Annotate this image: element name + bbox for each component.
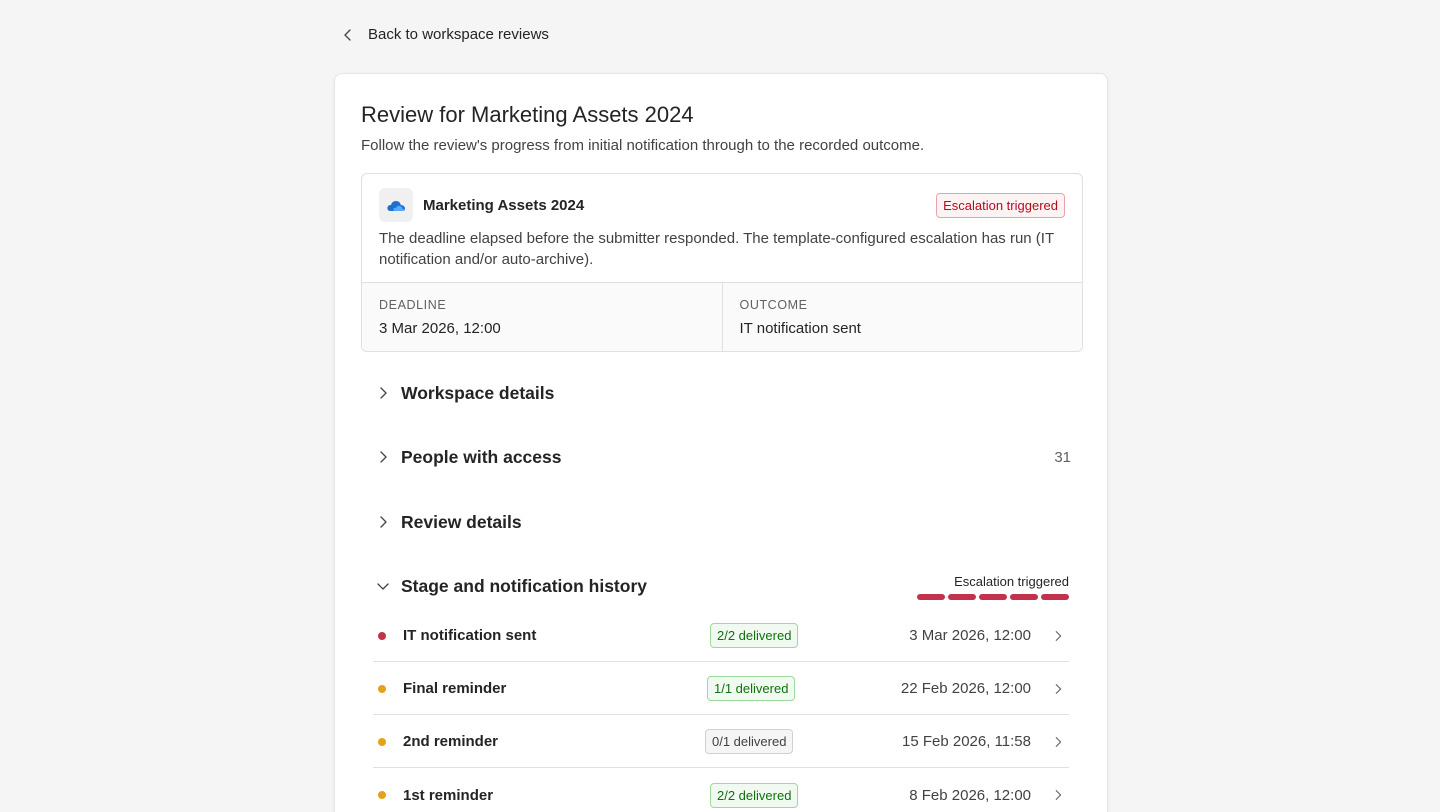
section-title: Workspace details xyxy=(401,382,555,403)
review-card: Review for Marketing Assets 2024 Follow … xyxy=(334,73,1108,812)
back-link-label: Back to workspace reviews xyxy=(368,26,549,43)
history-title: 2nd reminder xyxy=(403,733,499,750)
section-workspace-details[interactable]: Workspace details xyxy=(373,378,1071,408)
status-badge: Escalation triggered xyxy=(936,192,1065,218)
delivery-badge: 1/1 delivered xyxy=(707,676,796,701)
delivery-badge: 2/2 delivered xyxy=(710,623,799,648)
chevron-left-icon xyxy=(344,28,351,41)
stage-status-label: Escalation triggered xyxy=(954,574,1069,589)
workspace-name: Marketing Assets 2024 xyxy=(423,196,585,214)
deadline-value: 3 Mar 2026, 12:00 xyxy=(379,320,501,337)
outcome-label: OUTCOME xyxy=(739,298,808,312)
chevron-right-icon xyxy=(1055,790,1062,800)
section-title: People with access xyxy=(401,446,562,467)
chevron-right-icon xyxy=(380,387,387,399)
delivery-badge: 2/2 delivered xyxy=(710,782,799,808)
outcome-cell: OUTCOME IT notification sent xyxy=(721,283,1083,351)
history-row[interactable]: Final reminder 1/1 delivered 22 Feb 2026, … xyxy=(373,663,1069,715)
stage-bar xyxy=(1010,594,1038,600)
cloud-icon xyxy=(379,188,413,222)
history-title: IT notification sent xyxy=(403,627,537,644)
stage-progress: Escalation triggered xyxy=(917,574,1069,600)
history-row[interactable]: IT notification sent 2/2 delivered 3 Mar 2… xyxy=(373,610,1069,662)
outcome-value: IT notification sent xyxy=(739,320,861,337)
deadline-cell: DEADLINE 3 Mar 2026, 12:00 xyxy=(362,283,722,351)
stage-bar xyxy=(1041,594,1069,600)
section-title: Review details xyxy=(401,511,522,532)
stage-bar xyxy=(979,594,1007,600)
status-dot xyxy=(378,631,386,640)
people-count: 31 xyxy=(1054,448,1071,466)
history-row[interactable]: 2nd reminder 0/1 delivered 15 Feb 2026, 11… xyxy=(373,716,1069,768)
stage-progress-bars xyxy=(917,594,1069,600)
section-review-details[interactable]: Review details xyxy=(373,507,1071,537)
stage-bar xyxy=(948,594,976,600)
summary-description: The deadline elapsed before the submitte… xyxy=(379,230,1054,268)
history-date: 8 Feb 2026, 12:00 xyxy=(909,786,1031,804)
chevron-down-icon xyxy=(377,583,389,590)
history-title: Final reminder xyxy=(403,680,507,697)
section-stage-history[interactable]: Stage and notification history xyxy=(373,571,873,601)
page-title: Review for Marketing Assets 2024 xyxy=(361,102,694,127)
page-subtitle: Follow the review's progress from initia… xyxy=(361,137,925,154)
chevron-right-icon xyxy=(380,451,387,463)
history-date: 22 Feb 2026, 12:00 xyxy=(900,680,1031,697)
history-title: 1st reminder xyxy=(403,786,494,804)
section-people-with-access[interactable]: People with access 31 xyxy=(373,442,1071,472)
chevron-right-icon xyxy=(1055,630,1062,641)
section-title: Stage and notification history xyxy=(401,575,647,596)
history-row[interactable]: 1st reminder 2/2 delivered 8 Feb 2026, 12:… xyxy=(373,769,1069,812)
status-dot xyxy=(378,684,386,693)
delivery-badge: 0/1 delivered xyxy=(705,729,794,754)
history-date: 3 Mar 2026, 12:00 xyxy=(909,627,1031,644)
status-dot xyxy=(378,737,386,746)
chevron-right-icon xyxy=(1055,736,1062,747)
chevron-right-icon xyxy=(380,516,387,528)
history-date: 15 Feb 2026, 11:58 xyxy=(902,733,1031,750)
deadline-label: DEADLINE xyxy=(379,298,447,312)
stage-bar xyxy=(917,594,945,600)
chevron-right-icon xyxy=(1055,683,1062,694)
back-to-reviews-link[interactable]: Back to workspace reviews xyxy=(340,26,549,43)
workspace-summary: Marketing Assets 2024 Escalation trigger… xyxy=(361,173,1083,352)
status-dot xyxy=(378,791,386,799)
